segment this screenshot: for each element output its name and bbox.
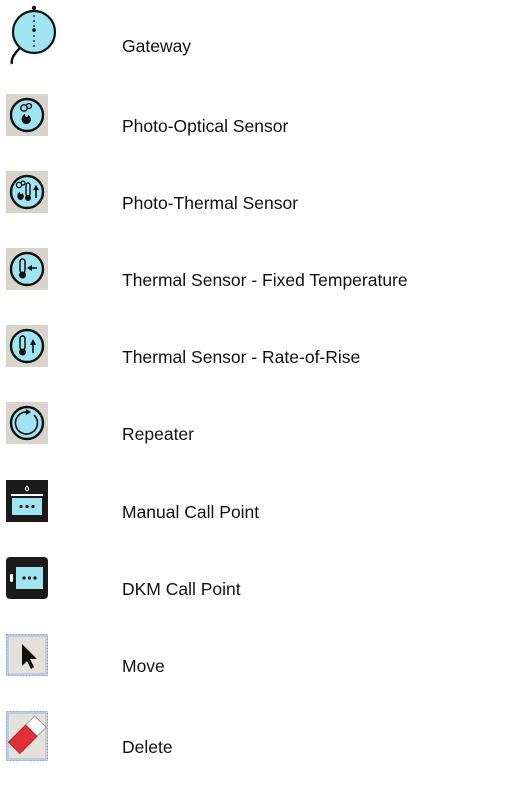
legend-row-dkm-call-point: DKM Call Point — [0, 557, 515, 617]
legend-label-gateway: Gateway — [122, 36, 192, 56]
legend-row-gateway: Gateway — [0, 5, 515, 68]
legend-label-repeater: Repeater — [122, 424, 194, 444]
dkm-call-point-icon[interactable] — [6, 557, 48, 599]
legend-label-manual-call-point: Manual Call Point — [122, 502, 260, 522]
legend-row-delete: Delete — [0, 711, 515, 771]
photo-optical-sensor-icon[interactable] — [6, 94, 48, 136]
legend-row-photo-optical-sensor: Photo-Optical Sensor — [0, 94, 515, 154]
legend-row-thermal-rate-of-rise: Thermal Sensor - Rate-of-Rise — [0, 325, 515, 385]
legend-label-photo-optical-sensor: Photo-Optical Sensor — [122, 116, 289, 136]
legend-label-dkm-call-point: DKM Call Point — [122, 579, 241, 599]
gateway-icon[interactable] — [6, 2, 62, 68]
legend-label-photo-thermal-sensor: Photo-Thermal Sensor — [122, 193, 299, 213]
legend-label-thermal-rate-of-rise: Thermal Sensor - Rate-of-Rise — [122, 347, 361, 367]
photo-thermal-sensor-icon[interactable] — [6, 171, 48, 213]
thermal-fixed-temperature-icon[interactable] — [6, 248, 48, 290]
legend-row-manual-call-point: Manual Call Point — [0, 480, 515, 540]
legend-row-move: Move — [0, 634, 515, 694]
legend-label-move: Move — [122, 656, 165, 676]
move-arrow-icon[interactable] — [6, 634, 48, 676]
repeater-icon[interactable] — [6, 402, 48, 444]
legend-row-repeater: Repeater — [0, 402, 515, 462]
manual-call-point-icon[interactable] — [6, 480, 48, 522]
thermal-rate-of-rise-icon[interactable] — [6, 325, 48, 367]
legend-label-thermal-fixed-temperature: Thermal Sensor - Fixed Temperature — [122, 270, 408, 290]
legend-row-thermal-fixed-temperature: Thermal Sensor - Fixed Temperature — [0, 248, 515, 308]
delete-eraser-icon[interactable] — [6, 711, 48, 761]
legend-label-delete: Delete — [122, 737, 173, 757]
legend-row-photo-thermal-sensor: Photo-Thermal Sensor — [0, 171, 515, 231]
